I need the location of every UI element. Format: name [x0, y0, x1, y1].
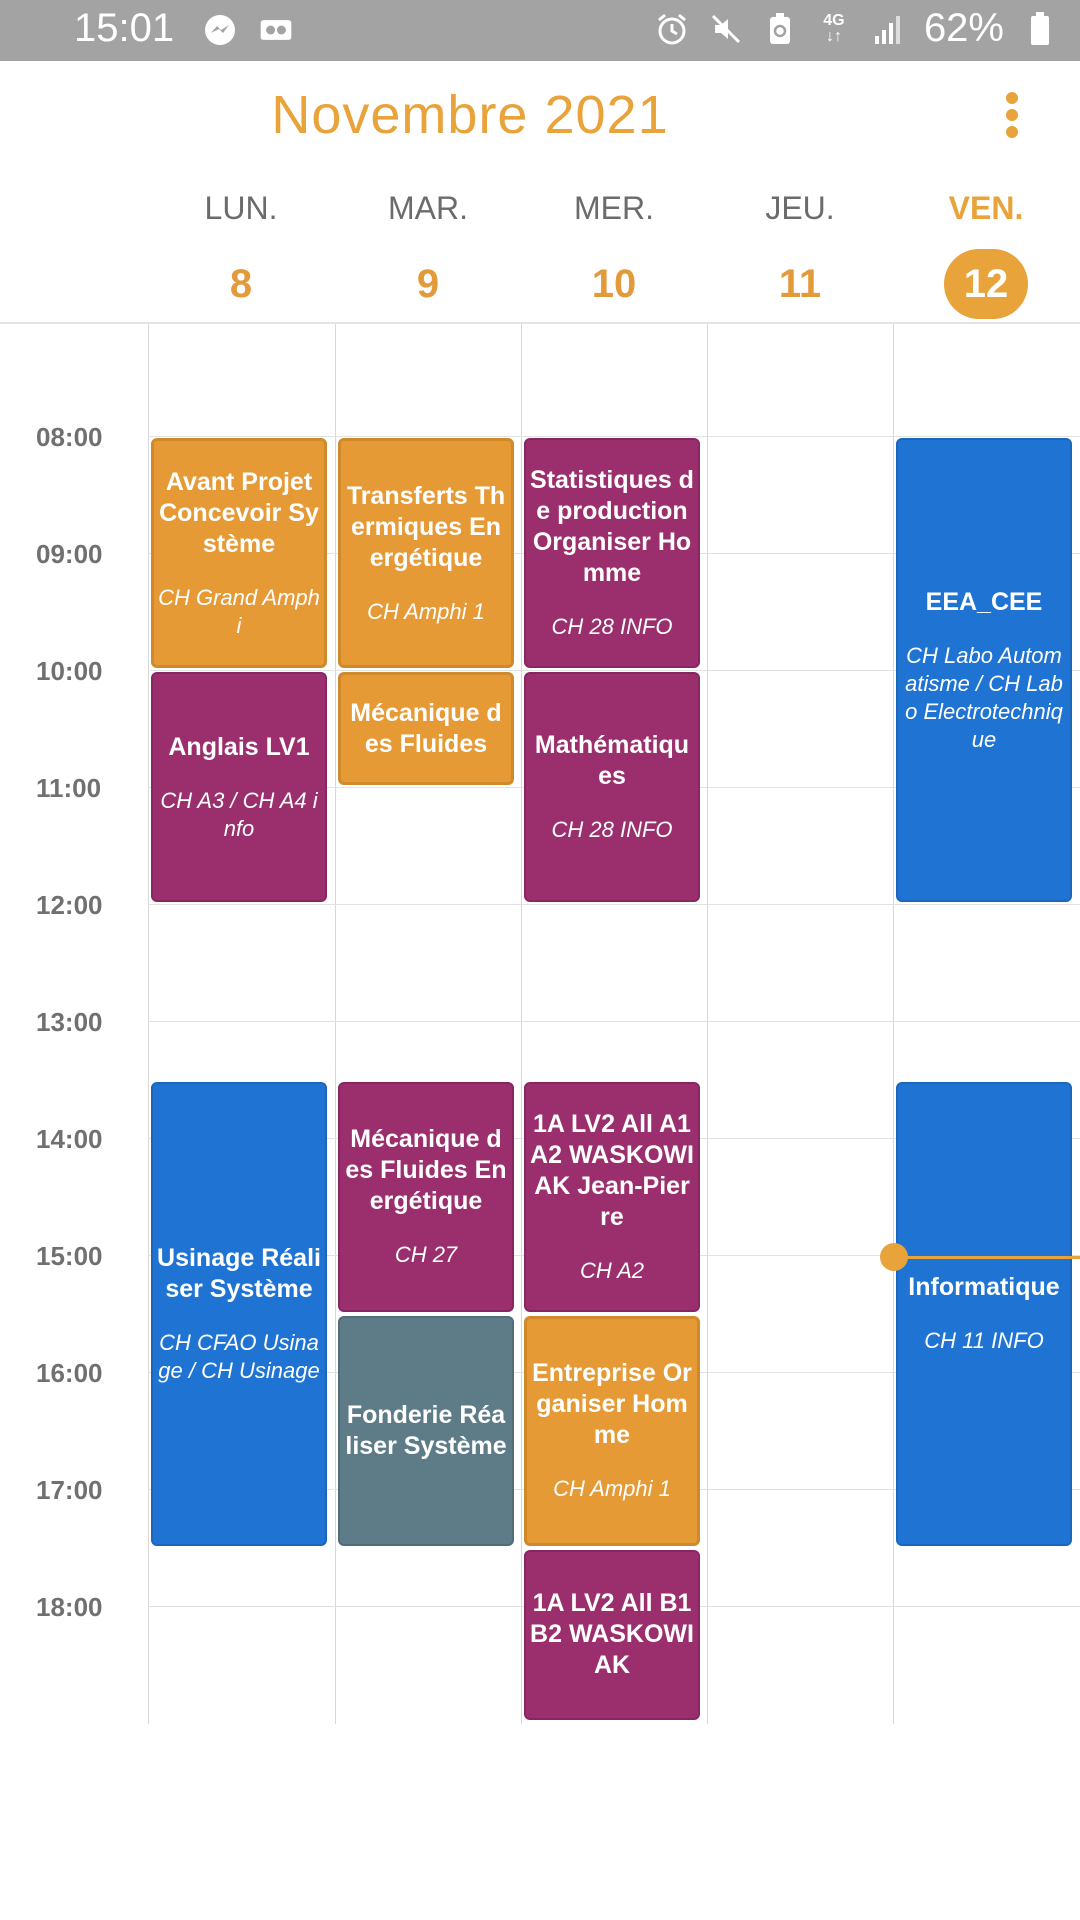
calendar-event[interactable]: Mécanique des Fluides — [338, 672, 514, 785]
day-number: 11 — [778, 262, 822, 306]
day-name: JEU. — [765, 190, 835, 226]
event-title: Anglais LV1 — [168, 732, 310, 761]
event-location: CH Labo Automatisme / CH Labo Electrotec… — [905, 642, 1063, 752]
voicemail-icon — [258, 12, 294, 48]
grid-hour-line — [148, 436, 1080, 437]
time-label: 08:00 — [36, 422, 103, 452]
event-title: Avant Projet Concevoir Système — [159, 467, 319, 558]
event-location: CH 27 — [394, 1242, 458, 1267]
status-time: 15:01 — [74, 6, 175, 50]
event-title: Statistiques de production Organiser Hom… — [530, 466, 694, 587]
calendar-event[interactable]: Anglais LV1 CH A3 / CH A4 info — [151, 672, 327, 902]
time-label: 12:00 — [36, 890, 103, 920]
event-title: Mécanique des Fluides — [350, 698, 502, 758]
event-title: Usinage Réaliser Système — [157, 1243, 321, 1303]
grid-hour-line — [148, 904, 1080, 905]
day-number: 12 — [893, 249, 1079, 319]
battery-icon — [1022, 11, 1058, 47]
mute-icon — [708, 11, 744, 47]
calendar-event[interactable]: Mécanique des Fluides Energétique CH 27 — [338, 1081, 514, 1312]
grid-column-line — [335, 324, 336, 1724]
calendar-event[interactable]: Entreprise Organiser Homme CH Amphi 1 — [524, 1315, 700, 1546]
day-name: MAR. — [388, 190, 468, 226]
day-header-1[interactable]: MAR. 9 — [335, 190, 521, 319]
time-label: 13:00 — [36, 1007, 103, 1037]
event-title: 1A LV2 All B1B2 WASKOWIAK — [530, 1589, 694, 1680]
event-title: Informatique — [908, 1273, 1060, 1301]
current-time-line — [894, 1255, 1080, 1259]
battery-percent: 62% — [923, 6, 1004, 50]
event-title: 1A LV2 All A1 A2 WASKOWIAK Jean-Pierre — [530, 1109, 694, 1231]
alarm-icon — [654, 11, 690, 47]
day-number: 8 — [229, 262, 253, 306]
time-label: 15:00 — [36, 1241, 103, 1271]
calendar-event[interactable]: 1A LV2 All B1B2 WASKOWIAK — [524, 1549, 700, 1720]
calendar-event[interactable]: Informatique CH 11 INFO — [896, 1081, 1072, 1546]
header-divider — [0, 322, 1080, 324]
event-title: Mathématiques — [534, 731, 690, 790]
grid-column-line — [521, 324, 522, 1724]
today-indicator: 12 — [944, 249, 1028, 319]
network-4g-icon: 4G ↓↑ — [823, 11, 845, 45]
grid-column-line — [148, 324, 149, 1724]
day-header-3[interactable]: JEU. 11 — [707, 190, 893, 319]
calendar-event[interactable]: 1A LV2 All A1 A2 WASKOWIAK Jean-Pierre CH… — [524, 1081, 700, 1312]
day-number: 9 — [416, 262, 440, 306]
time-label: 18:00 — [36, 1592, 103, 1622]
current-time-indicator — [880, 1242, 908, 1271]
event-location: CH CFAO Usinage / CH Usinage — [158, 1329, 320, 1383]
month-title[interactable]: Novembre 2021 — [0, 84, 940, 146]
event-location: CH Amphi 1 — [553, 1476, 671, 1501]
event-location: CH Grand Amphi — [158, 584, 320, 638]
time-label: 09:00 — [36, 539, 103, 569]
grid-column-line — [707, 324, 708, 1724]
day-header-4[interactable]: VEN. 12 — [893, 190, 1079, 319]
day-name: MER. — [574, 190, 654, 226]
event-location: CH 28 INFO — [551, 817, 673, 842]
time-label: 17:00 — [36, 1475, 103, 1505]
network-type-label: 4G — [823, 11, 845, 29]
day-header-0[interactable]: LUN. 8 — [148, 190, 334, 319]
calendar-event[interactable]: Statistiques de production Organiser Hom… — [524, 438, 700, 668]
event-title: Entreprise Organiser Homme — [532, 1359, 692, 1449]
event-title: Transferts Thermiques Energétique — [346, 481, 506, 572]
calendar-event[interactable]: Fonderie Réaliser Système — [338, 1315, 514, 1546]
grid-hour-line — [148, 1021, 1080, 1022]
calendar-event[interactable]: Mathématiques CH 28 INFO — [524, 672, 700, 902]
event-location: CH Amphi 1 — [367, 598, 485, 624]
event-location: CH 11 INFO — [924, 1328, 1044, 1353]
status-bar: 15:01 4G ↓↑ 62% — [0, 0, 1080, 61]
calendar-event[interactable]: Avant Projet Concevoir Système CH Grand A… — [151, 438, 327, 668]
day-name: VEN. — [948, 190, 1024, 226]
calendar-event[interactable]: Transferts Thermiques Energétique CH Amph… — [338, 438, 514, 668]
day-name: LUN. — [204, 190, 278, 226]
grid-column-line — [893, 324, 894, 1724]
calendar-event[interactable]: EEA_CEE CH Labo Automatisme / CH Labo Ele… — [896, 438, 1072, 902]
time-label: 16:00 — [36, 1358, 103, 1388]
time-label: 10:00 — [36, 656, 103, 686]
event-title: Mécanique des Fluides Energétique — [345, 1125, 507, 1215]
calendar-event[interactable]: Usinage Réaliser Système CH CFAO Usinage … — [151, 1081, 327, 1546]
battery-saver-icon — [762, 11, 798, 47]
event-location: CH 28 INFO — [551, 614, 673, 639]
day-number: 10 — [591, 262, 637, 306]
event-location: CH A3 / CH A4 info — [160, 787, 318, 841]
day-header-2[interactable]: MER. 10 — [521, 190, 707, 319]
event-location: CH A2 — [580, 1257, 644, 1283]
signal-icon — [870, 11, 906, 47]
time-label: 14:00 — [36, 1124, 103, 1154]
time-label: 11:00 — [36, 773, 102, 803]
event-title: Fonderie Réaliser Système — [345, 1400, 507, 1460]
event-title: EEA_CEE — [925, 587, 1043, 616]
more-vert-icon[interactable] — [996, 92, 1028, 138]
messenger-icon — [202, 12, 238, 48]
